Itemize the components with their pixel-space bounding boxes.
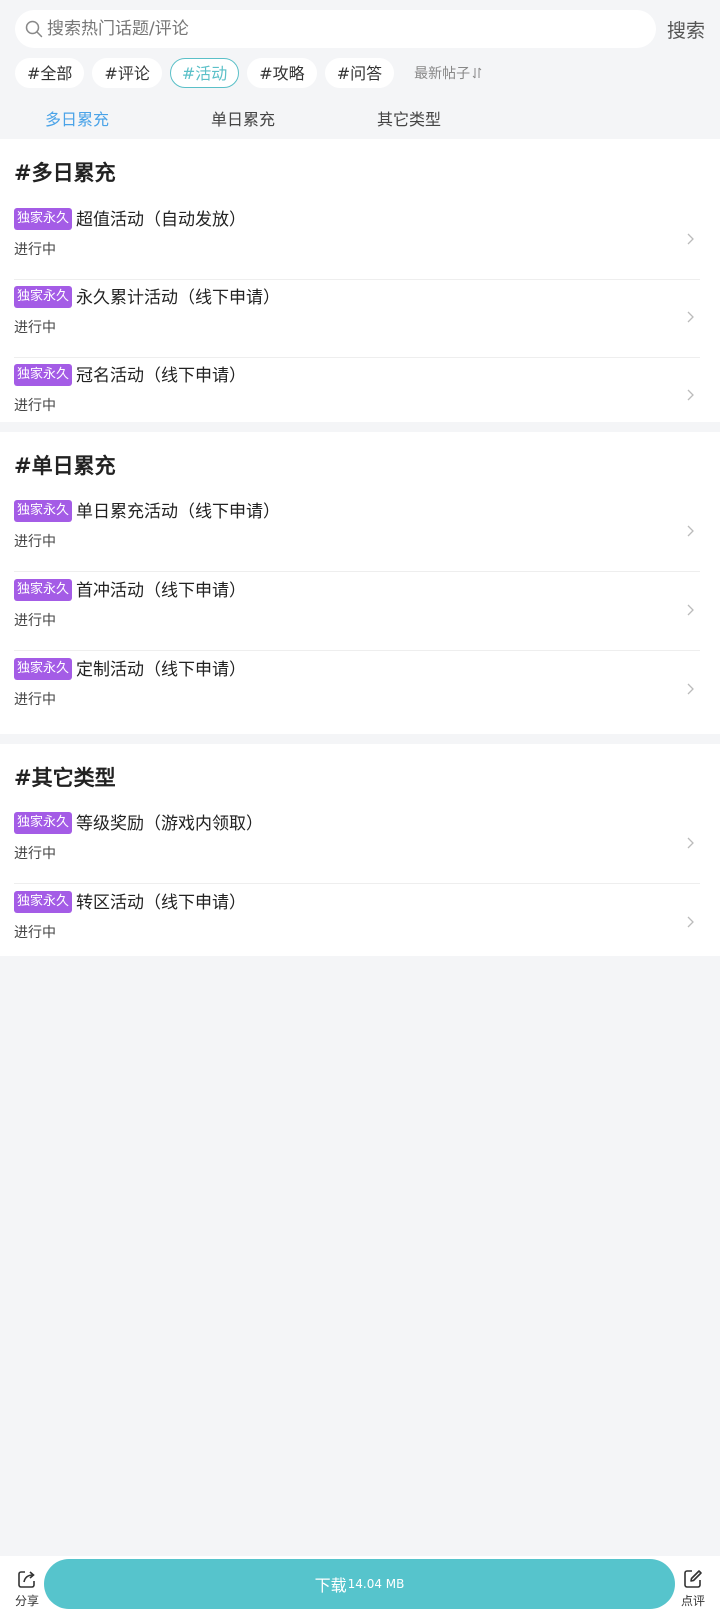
exclusive-badge: 独家永久 [14, 579, 73, 601]
sort-latest-button[interactable]: 最新帖子 [414, 63, 482, 83]
tab-other-types[interactable]: 其它类型 [377, 106, 441, 130]
item-title: 冠名活动（线下申请） [76, 366, 246, 386]
item-title: 定制活动（线下申请） [76, 660, 246, 680]
divider [14, 883, 700, 884]
item-status: 进行中 [14, 846, 56, 862]
tab-single-day[interactable]: 单日累充 [211, 106, 275, 130]
share-button[interactable]: 分享 [9, 1568, 45, 1609]
download-button[interactable]: 下载 14.04 MB [44, 1559, 675, 1609]
list-item[interactable]: 独家永久 首冲活动（线下申请） 进行中 [14, 573, 700, 651]
section-title: #其它类型 [14, 766, 116, 790]
list-item[interactable]: 独家永久 转区活动（线下申请） 进行中 [14, 885, 700, 963]
list-item[interactable]: 独家永久 永久累计活动（线下申请） 进行中 [14, 280, 700, 358]
share-label: 分享 [14, 1594, 39, 1608]
chevron-right-icon [687, 233, 694, 245]
item-title: 单日累充活动（线下申请） [76, 502, 280, 522]
review-label: 点评 [680, 1594, 705, 1608]
search-icon [25, 20, 43, 38]
item-title: 等级奖励（游戏内领取） [76, 814, 263, 834]
tag-qa[interactable]: #问答 [324, 58, 395, 88]
exclusive-badge: 独家永久 [14, 364, 73, 386]
tab-multi-day[interactable]: 多日累充 [45, 106, 109, 130]
search-box[interactable] [15, 10, 656, 48]
tag-activities[interactable]: #活动 [169, 58, 240, 88]
search-row: 搜索 [15, 10, 705, 48]
item-status: 进行中 [14, 613, 56, 629]
item-title: 永久累计活动（线下申请） [76, 288, 280, 308]
tag-filter-row: #全部 #评论 #活动 #攻略 #问答 最新帖子 [15, 58, 482, 88]
item-status: 进行中 [14, 320, 56, 336]
exclusive-badge: 独家永久 [14, 658, 73, 680]
tag-guides[interactable]: #攻略 [247, 58, 317, 88]
divider [14, 650, 700, 651]
exclusive-badge: 独家永久 [14, 891, 73, 913]
chevron-right-icon [687, 916, 694, 928]
review-button[interactable]: 点评 [675, 1568, 711, 1609]
download-size: 14.04 MB [347, 1577, 405, 1591]
tag-all[interactable]: #全部 [15, 58, 85, 88]
section-single-day: #单日累充 独家永久 单日累充活动（线下申请） 进行中 独家永久 首冲活动（线下… [0, 432, 720, 734]
item-status: 进行中 [14, 692, 56, 708]
exclusive-badge: 独家永久 [14, 286, 73, 308]
chevron-right-icon [687, 683, 694, 695]
exclusive-badge: 独家永久 [14, 208, 73, 230]
item-status: 进行中 [14, 925, 56, 941]
search-button[interactable]: 搜索 [667, 16, 705, 43]
list-item[interactable]: 独家永久 定制活动（线下申请） 进行中 [14, 652, 700, 730]
share-icon [18, 1571, 35, 1588]
exclusive-badge: 独家永久 [14, 812, 73, 834]
bottom-bar: 分享 下载 14.04 MB 点评 [0, 1556, 720, 1615]
chevron-right-icon [687, 389, 694, 401]
list-item[interactable]: 独家永久 单日累充活动（线下申请） 进行中 [14, 494, 700, 572]
divider [14, 571, 700, 572]
edit-icon [684, 1570, 702, 1588]
download-label: 下载 [314, 1576, 347, 1595]
section-title: #单日累充 [14, 454, 116, 478]
item-status: 进行中 [14, 398, 56, 414]
chevron-right-icon [687, 311, 694, 323]
sort-label: 最新帖子 [414, 66, 471, 82]
chevron-right-icon [687, 837, 694, 849]
item-title: 首冲活动（线下申请） [76, 581, 246, 601]
exclusive-badge: 独家永久 [14, 500, 73, 522]
item-status: 进行中 [14, 534, 56, 550]
list-item[interactable]: 独家永久 等级奖励（游戏内领取） 进行中 [14, 806, 700, 884]
section-title: #多日累充 [14, 161, 116, 185]
section-multi-day: #多日累充 独家永久 超值活动（自动发放） 进行中 独家永久 永久累计活动（线下… [0, 139, 720, 422]
section-other-types: #其它类型 独家永久 等级奖励（游戏内领取） 进行中 独家永久 转区活动（线下申… [0, 744, 720, 956]
item-title: 转区活动（线下申请） [76, 893, 246, 913]
item-title: 超值活动（自动发放） [76, 210, 246, 230]
chevron-right-icon [687, 604, 694, 616]
category-tabs: 多日累充 单日累充 其它类型 [0, 106, 720, 134]
sort-arrows-icon [472, 67, 482, 79]
search-input[interactable] [47, 19, 607, 39]
item-status: 进行中 [14, 242, 56, 258]
tag-reviews[interactable]: #评论 [92, 58, 162, 88]
list-item[interactable]: 独家永久 超值活动（自动发放） 进行中 [14, 202, 700, 280]
chevron-right-icon [687, 525, 694, 537]
list-item[interactable]: 独家永久 冠名活动（线下申请） 进行中 [14, 358, 700, 436]
